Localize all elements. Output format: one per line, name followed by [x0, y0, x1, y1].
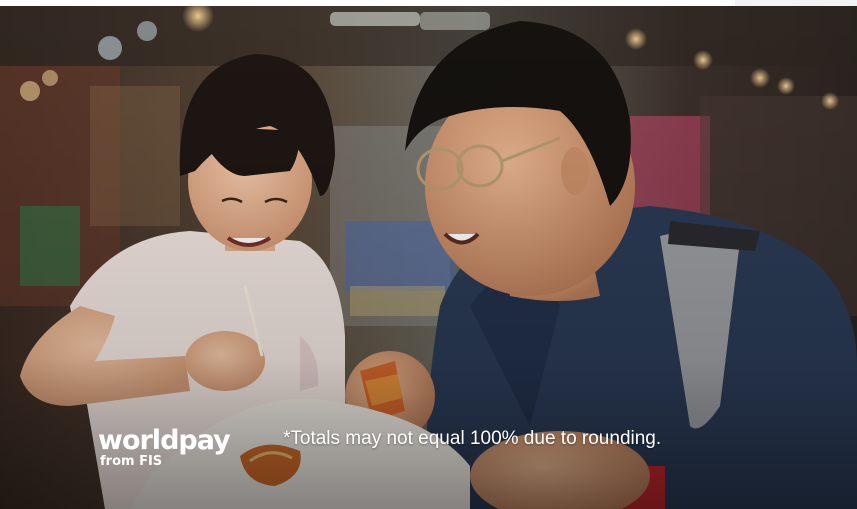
rounding-footnote: *Totals may not equal 100% due to roundi… — [283, 428, 662, 449]
hero-banner: worldpay from FIS *Totals may not equal … — [0, 0, 857, 509]
brand-name: worldpay — [98, 425, 231, 456]
worldpay-logo: worldpay from FIS — [98, 425, 231, 469]
brand-sub: from FIS — [100, 454, 163, 469]
